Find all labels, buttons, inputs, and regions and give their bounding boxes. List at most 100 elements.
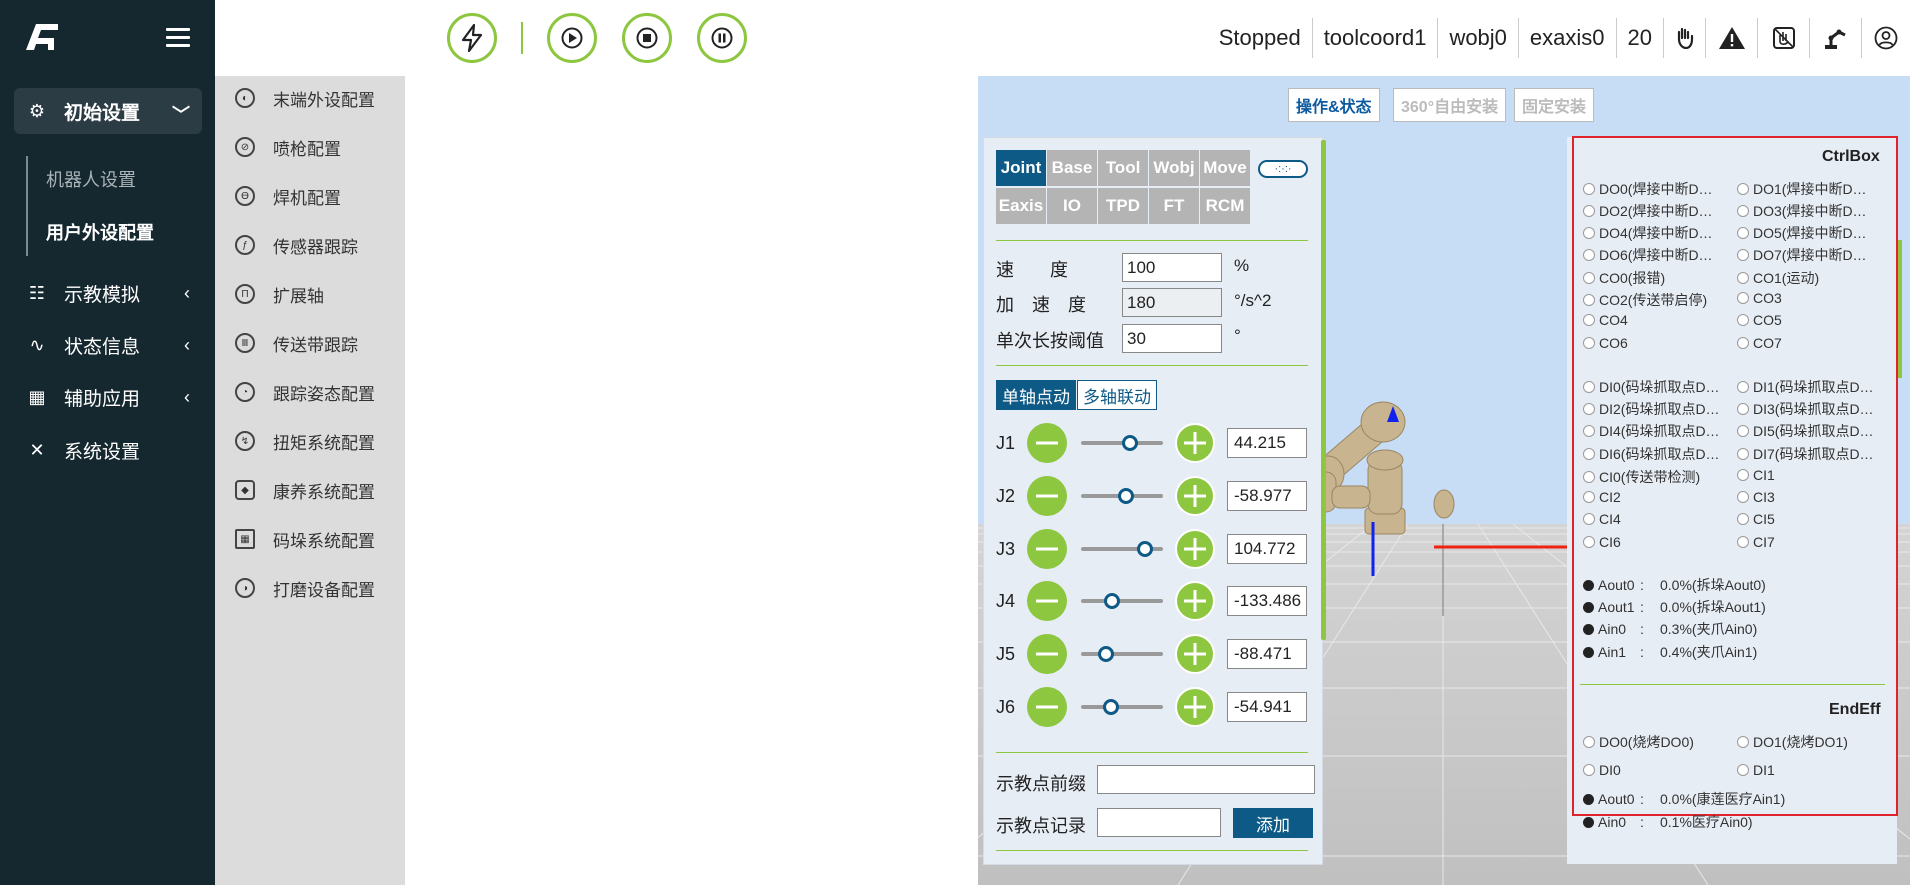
ctrlbox-di-item[interactable]: DI3(码垛抓取点D…: [1737, 399, 1874, 419]
joint-minus-button[interactable]: [1027, 423, 1067, 463]
point-record-input[interactable]: [1097, 808, 1221, 837]
ctrlbox-do-item[interactable]: CO4: [1583, 312, 1628, 328]
ctrlbox-do-item[interactable]: DO5(焊接中断D…: [1737, 223, 1867, 243]
mode-single-axis-button[interactable]: 单轴点动: [996, 380, 1076, 410]
ctrlbox-di-item[interactable]: CI2: [1583, 489, 1621, 505]
ctrlbox-di-item[interactable]: CI1: [1737, 467, 1775, 483]
pause-button[interactable]: [697, 13, 747, 63]
ctrlbox-di-item[interactable]: DI6(码垛抓取点D…: [1583, 444, 1720, 464]
tab-wobj[interactable]: Wobj: [1149, 150, 1199, 186]
joint-value-input[interactable]: 44.215: [1227, 428, 1307, 458]
stop-button[interactable]: [622, 13, 672, 63]
enable-button[interactable]: [447, 13, 497, 63]
endeff-di-item[interactable]: DI1: [1737, 762, 1775, 778]
joint-plus-button[interactable]: [1175, 634, 1215, 674]
nav-sub-robot-settings[interactable]: 机器人设置: [46, 166, 136, 192]
ctrlbox-do-item[interactable]: CO0(报错): [1583, 268, 1665, 288]
submenu-item-palletizing[interactable]: ▦ 码垛系统配置: [235, 523, 375, 555]
tab-eaxis[interactable]: Eaxis: [996, 188, 1046, 224]
ctrlbox-do-item[interactable]: DO3(焊接中断D…: [1737, 201, 1867, 221]
ctrlbox-do-item[interactable]: DO1(焊接中断D…: [1737, 179, 1867, 199]
joint-plus-button[interactable]: [1175, 476, 1215, 516]
joint-minus-button[interactable]: [1027, 529, 1067, 569]
ctrlbox-do-item[interactable]: CO5: [1737, 312, 1782, 328]
ctrlbox-do-item[interactable]: DO0(焊接中断D…: [1583, 179, 1713, 199]
ctrlbox-di-item[interactable]: CI3: [1737, 489, 1775, 505]
joint-value-input[interactable]: -58.977: [1227, 481, 1307, 511]
point-prefix-input[interactable]: [1097, 765, 1315, 794]
ctrlbox-di-item[interactable]: CI6: [1583, 534, 1621, 550]
exaxis-coord[interactable]: exaxis0: [1519, 18, 1617, 58]
ctrlbox-do-item[interactable]: CO6: [1583, 335, 1628, 351]
submenu-item-rehab-system[interactable]: ◆ 康养系统配置: [235, 474, 375, 506]
ctrlbox-di-item[interactable]: CI7: [1737, 534, 1775, 550]
submenu-item-spray-gun[interactable]: ⊘ 喷枪配置: [235, 131, 341, 163]
ctrlbox-do-item[interactable]: CO3: [1737, 290, 1782, 306]
joint-plus-button[interactable]: [1175, 581, 1215, 621]
ctrlbox-di-item[interactable]: DI4(码垛抓取点D…: [1583, 421, 1720, 441]
tab-expand-toggle[interactable]: ·:·:·: [1258, 160, 1308, 178]
tab-base[interactable]: Base: [1047, 150, 1097, 186]
ctrlbox-di-item[interactable]: DI7(码垛抓取点D…: [1737, 444, 1874, 464]
tab-joint[interactable]: Joint: [996, 150, 1046, 186]
mode-multi-axis-button[interactable]: 多轴联动: [1077, 380, 1157, 410]
ctrlbox-do-item[interactable]: DO7(焊接中断D…: [1737, 245, 1867, 265]
ctrlbox-do-item[interactable]: CO2(传送带启停): [1583, 290, 1707, 310]
menu-toggle-icon[interactable]: [166, 28, 190, 48]
joint-plus-button[interactable]: [1175, 687, 1215, 727]
joint-slider-handle[interactable]: [1097, 646, 1114, 662]
nav-item-teach-simulation[interactable]: ☷ 示教模拟 ‹: [14, 270, 202, 316]
jog-panel-scrollbar[interactable]: [1321, 140, 1326, 640]
tab-tool[interactable]: Tool: [1098, 150, 1148, 186]
global-speed[interactable]: 20: [1617, 18, 1664, 58]
joint-slider-handle[interactable]: [1118, 488, 1135, 504]
ctrlbox-di-item[interactable]: DI5(码垛抓取点D…: [1737, 421, 1874, 441]
warning-icon[interactable]: [1706, 18, 1758, 58]
ctrlbox-do-item[interactable]: DO2(焊接中断D…: [1583, 201, 1713, 221]
joint-slider-track[interactable]: [1081, 652, 1163, 656]
nav-item-status-info[interactable]: ∿ 状态信息 ‹: [14, 322, 202, 368]
io-panel-scrollbar[interactable]: [1898, 240, 1902, 378]
ctrlbox-di-item[interactable]: CI5: [1737, 511, 1775, 527]
ctrlbox-do-item[interactable]: DO6(焊接中断D…: [1583, 245, 1713, 265]
ctrlbox-di-item[interactable]: CI4: [1583, 511, 1621, 527]
joint-slider-handle[interactable]: [1102, 699, 1119, 715]
joint-minus-button[interactable]: [1027, 581, 1067, 621]
tab-rcm[interactable]: RCM: [1200, 188, 1250, 224]
ctrlbox-do-item[interactable]: CO1(运动): [1737, 268, 1819, 288]
user-icon[interactable]: [1862, 18, 1910, 58]
joint-plus-button[interactable]: [1175, 529, 1215, 569]
joint-value-input[interactable]: -133.486: [1227, 586, 1307, 616]
ctrlbox-di-item[interactable]: CI0(传送带检测): [1583, 467, 1700, 487]
endeff-do-item[interactable]: DO0(烧烤DO0): [1583, 732, 1694, 752]
endeff-di-item[interactable]: DI0: [1583, 762, 1621, 778]
joint-value-input[interactable]: -88.471: [1227, 639, 1307, 669]
submenu-item-torque-system[interactable]: ↯ 扭矩系统配置: [235, 425, 375, 457]
joint-slider-handle[interactable]: [1136, 541, 1153, 557]
play-button[interactable]: [547, 13, 597, 63]
submenu-item-extended-axis[interactable]: Π 扩展轴: [235, 278, 324, 310]
robot-arm-icon[interactable]: [1810, 18, 1862, 58]
submenu-item-welder[interactable]: ϴ 焊机配置: [235, 180, 341, 212]
submenu-item-end-peripheral[interactable]: ◐ 末端外设配置: [235, 82, 375, 114]
nav-item-initial-settings[interactable]: ⚙ 初始设置 ﹀: [14, 88, 202, 134]
tool-coord[interactable]: toolcoord1: [1313, 18, 1439, 58]
tab-move[interactable]: Move: [1200, 150, 1250, 186]
tab-io[interactable]: IO: [1047, 188, 1097, 224]
submenu-item-sensor-tracking[interactable]: ƒ 传感器跟踪: [235, 229, 358, 261]
joint-minus-button[interactable]: [1027, 687, 1067, 727]
speed-input[interactable]: 100: [1122, 253, 1222, 282]
ctrlbox-di-item[interactable]: DI0(码垛抓取点D…: [1583, 377, 1720, 397]
ctrlbox-do-item[interactable]: DO4(焊接中断D…: [1583, 223, 1713, 243]
wobj-coord[interactable]: wobj0: [1438, 18, 1519, 58]
ctrlbox-di-item[interactable]: DI2(码垛抓取点D…: [1583, 399, 1720, 419]
add-point-button[interactable]: 添加: [1233, 808, 1313, 838]
tab-operation-status[interactable]: 操作&状态: [1288, 88, 1380, 122]
ctrlbox-do-item[interactable]: CO7: [1737, 335, 1782, 351]
submenu-item-conveyor-tracking[interactable]: Ⅲ 传送带跟踪: [235, 327, 358, 359]
submenu-item-grinding[interactable]: ◑ 打磨设备配置: [235, 572, 375, 604]
tab-360-install[interactable]: 360°自由安装: [1393, 88, 1507, 122]
joint-minus-button[interactable]: [1027, 634, 1067, 674]
tab-tpd[interactable]: TPD: [1098, 188, 1148, 224]
joint-slider-track[interactable]: [1081, 705, 1163, 709]
